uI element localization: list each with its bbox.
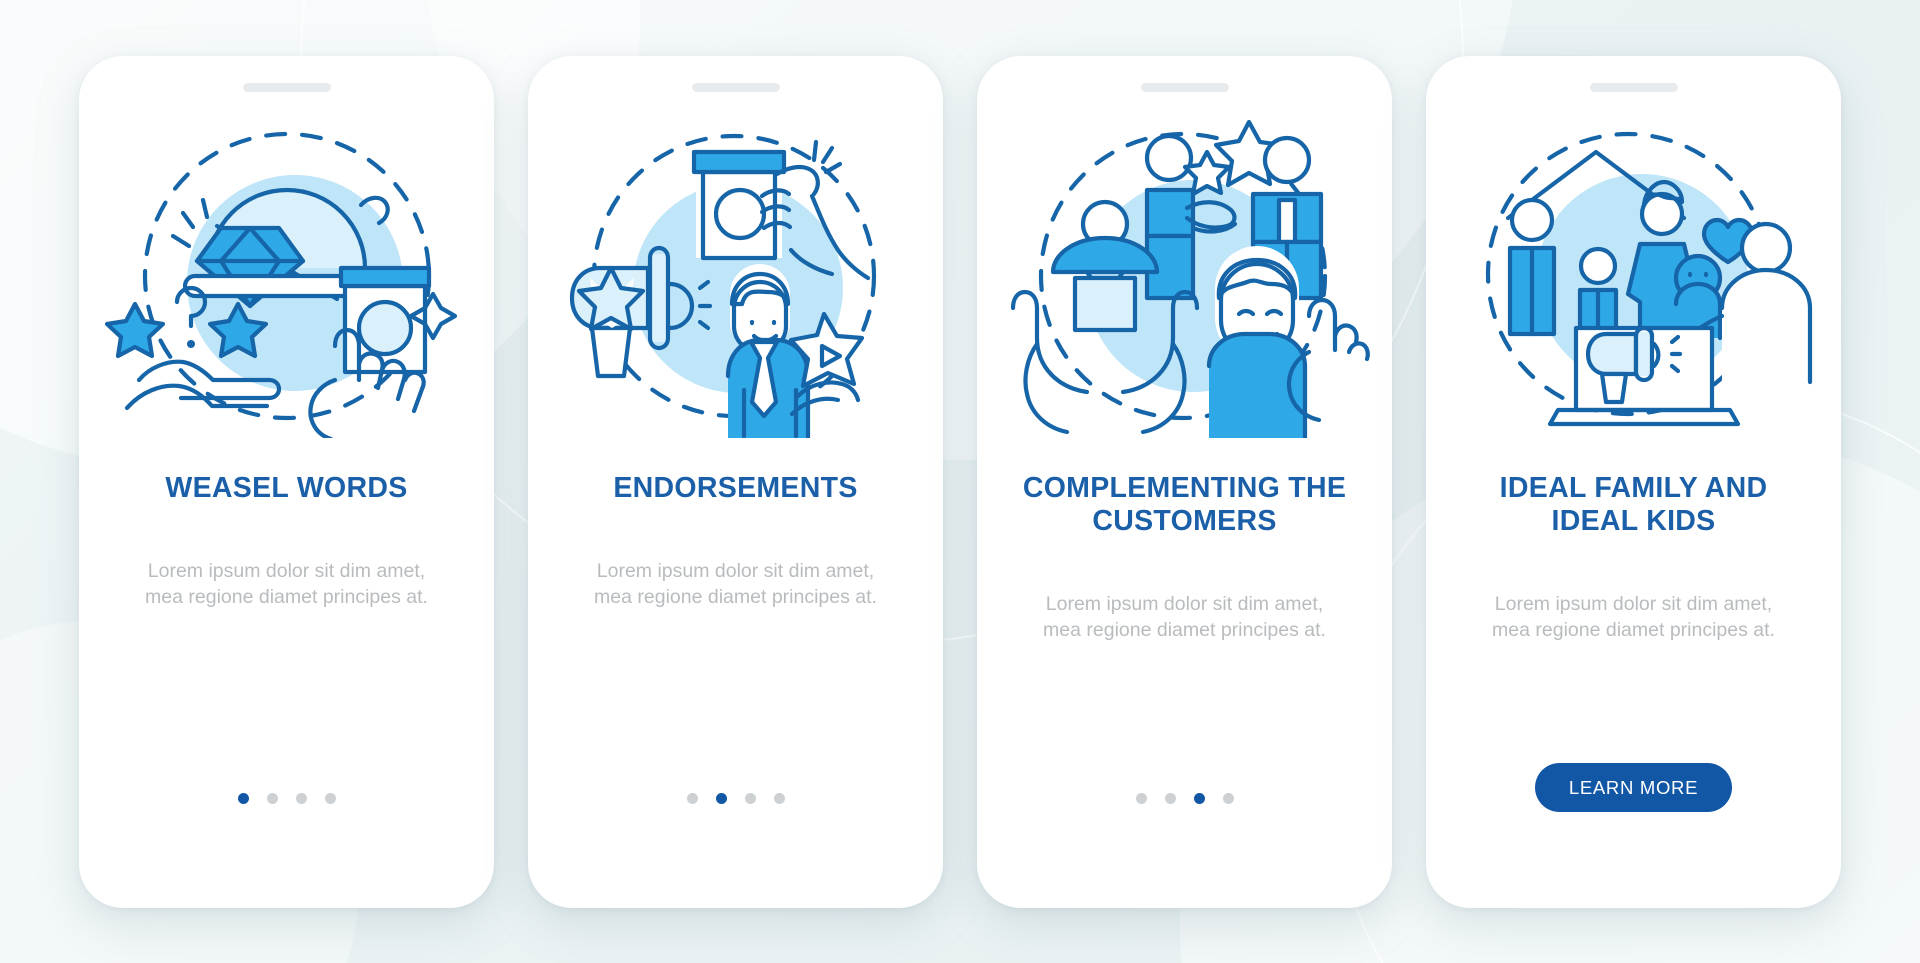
screen-title: ENDORSEMENTS <box>613 471 858 504</box>
pagination-dots[interactable] <box>686 792 785 804</box>
pagination-dot[interactable] <box>686 792 698 804</box>
screen-title: COMPLEMENTING THE CUSTOMERS <box>1022 471 1347 537</box>
pagination-dot[interactable] <box>715 792 727 804</box>
screen-body-text: Lorem ipsum dolor sit dim amet, mea regi… <box>594 559 877 608</box>
learn-more-button[interactable]: LEARN MORE <box>1534 762 1733 812</box>
screen-body-text: Lorem ipsum dolor sit dim amet, mea regi… <box>1492 593 1775 642</box>
onboarding-screens-row: WEASEL WORDS Lorem ipsum dolor sit dim a… <box>0 0 1920 963</box>
pagination-dot[interactable] <box>1193 792 1205 804</box>
screen-body-text: Lorem ipsum dolor sit dim amet, mea regi… <box>145 559 428 608</box>
pagination-dots[interactable] <box>237 792 336 804</box>
pagination-dots[interactable] <box>1135 792 1234 804</box>
onboarding-screen-weasel-words: WEASEL WORDS Lorem ipsum dolor sit dim a… <box>79 55 494 908</box>
screen-title: IDEAL FAMILY AND IDEAL KIDS <box>1499 471 1768 537</box>
pagination-dot[interactable] <box>266 792 278 804</box>
phone-speaker-notch <box>1140 82 1229 92</box>
phone-speaker-notch <box>1589 82 1678 92</box>
onboarding-screen-ideal-family: IDEAL FAMILY AND IDEAL KIDS Lorem ipsum … <box>1426 55 1841 908</box>
onboarding-screen-complementing-customers: COMPLEMENTING THE CUSTOMERS Lorem ipsum … <box>977 55 1392 908</box>
pagination-dot[interactable] <box>1164 792 1176 804</box>
endorsements-illustration <box>548 108 923 438</box>
phone-speaker-notch <box>691 82 780 92</box>
pagination-dot[interactable] <box>744 792 756 804</box>
weasel-words-illustration <box>99 108 474 438</box>
ideal-family-illustration <box>1446 108 1821 438</box>
screen-title: WEASEL WORDS <box>165 471 408 504</box>
pagination-dot[interactable] <box>237 792 249 804</box>
screen-body-text: Lorem ipsum dolor sit dim amet, mea regi… <box>1043 593 1326 642</box>
onboarding-screen-endorsements: ENDORSEMENTS Lorem ipsum dolor sit dim a… <box>528 55 943 908</box>
pagination-dot[interactable] <box>1135 792 1147 804</box>
pagination-dot[interactable] <box>295 792 307 804</box>
complementing-customers-illustration <box>997 108 1372 438</box>
pagination-dot[interactable] <box>324 792 336 804</box>
pagination-dot[interactable] <box>1222 792 1234 804</box>
phone-speaker-notch <box>242 82 331 92</box>
pagination-dot[interactable] <box>773 792 785 804</box>
